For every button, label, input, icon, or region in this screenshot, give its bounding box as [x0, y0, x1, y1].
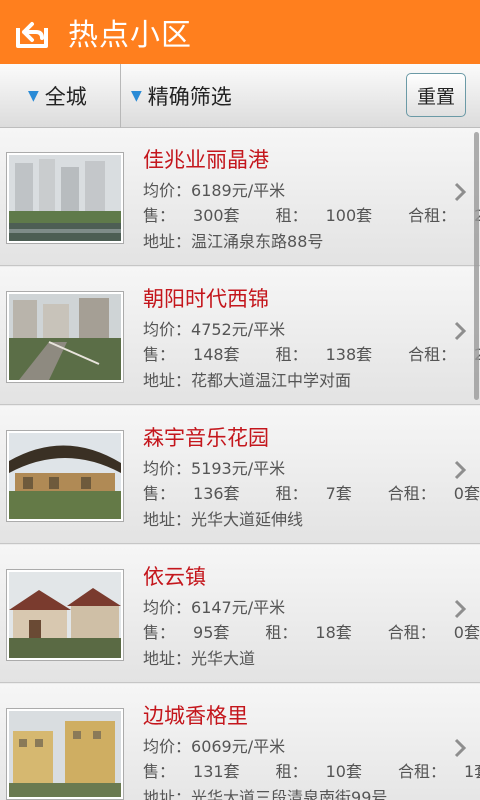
- community-list: 佳兆业丽晶港 均价：6189元/平米 售：300套租：100套合租：2套 地址：…: [0, 128, 480, 800]
- address-line: 地址：光华大道: [143, 649, 256, 668]
- price-line: 均价：6069元/平米: [143, 737, 286, 756]
- scrollbar[interactable]: [474, 132, 479, 400]
- filter-divider: [120, 64, 121, 128]
- community-name: 佳兆业丽晶港: [143, 148, 269, 172]
- address-line: 地址：光华大道延伸线: [143, 510, 304, 529]
- price-line: 均价：6189元/平米: [143, 181, 286, 200]
- city-filter[interactable]: ▼ 全城: [28, 64, 87, 128]
- app-header: 热点小区: [0, 0, 480, 64]
- page-title: 热点小区: [68, 18, 192, 53]
- precise-filter[interactable]: ▼ 精确筛选: [131, 64, 232, 128]
- address-line: 地址：温江涌泉东路88号: [143, 232, 324, 251]
- community-photo: [6, 708, 124, 800]
- list-item[interactable]: 依云镇 均价：6147元/平米 售： 95套 租： 18套 合租： 0套 地址：光华大道: [0, 545, 480, 683]
- chevron-right-icon: [454, 460, 467, 480]
- community-photo: [6, 430, 124, 522]
- reset-button[interactable]: 重置: [406, 73, 466, 117]
- community-name: 依云镇: [143, 565, 206, 589]
- dropdown-triangle-icon: ▼: [131, 88, 142, 104]
- list-item[interactable]: 佳兆业丽晶港 均价：6189元/平米 售：300套租：100套合租：2套 地址：…: [0, 128, 480, 266]
- community-photo: [6, 291, 124, 383]
- community-name: 森宇音乐花园: [143, 426, 269, 450]
- city-filter-label: 全城: [44, 85, 87, 109]
- listing-counts: 售：300套租：100套合租：2套: [143, 206, 480, 225]
- list-item[interactable]: 森宇音乐花园 均价：5193元/平米 售： 136套 租： 7套 合租： 0套 地址：光华…: [0, 406, 480, 544]
- price-line: 均价：5193元/平米: [143, 459, 286, 478]
- community-name: 边城香格里: [143, 704, 248, 728]
- chevron-right-icon: [454, 738, 467, 758]
- community-photo: [6, 152, 124, 244]
- price-line: 均价：4752元/平米: [143, 320, 286, 339]
- listing-counts: 售： 95套 租： 18套 合租： 0套: [143, 623, 480, 642]
- listing-counts: 售：148套租：138套合租：2套: [143, 345, 480, 364]
- price-line: 均价：6147元/平米: [143, 598, 286, 617]
- dropdown-triangle-icon: ▼: [28, 88, 39, 104]
- address-line: 地址：光华大道三段清泉南街99号: [143, 788, 388, 800]
- back-icon: [16, 22, 48, 48]
- chevron-right-icon: [454, 182, 467, 202]
- list-item[interactable]: 边城香格里 均价：6069元/平米 售：131套租：10套合租：1套 地址：光华…: [0, 684, 480, 800]
- chevron-right-icon: [454, 599, 467, 619]
- filter-bar: ▼ 全城 ▼ 精确筛选 重置: [0, 64, 480, 128]
- community-name: 朝阳时代西锦: [143, 287, 269, 311]
- chevron-right-icon: [454, 321, 467, 341]
- community-photo: [6, 569, 124, 661]
- listing-counts: 售： 136套 租： 7套 合租： 0套: [143, 484, 480, 503]
- address-line: 地址：花都大道温江中学对面: [143, 371, 352, 390]
- precise-filter-label: 精确筛选: [147, 85, 232, 109]
- list-item[interactable]: 朝阳时代西锦 均价：4752元/平米 售：148套租：138套合租：2套 地址：…: [0, 267, 480, 405]
- back-button[interactable]: [10, 10, 54, 54]
- listing-counts: 售：131套租：10套合租：1套: [143, 762, 480, 781]
